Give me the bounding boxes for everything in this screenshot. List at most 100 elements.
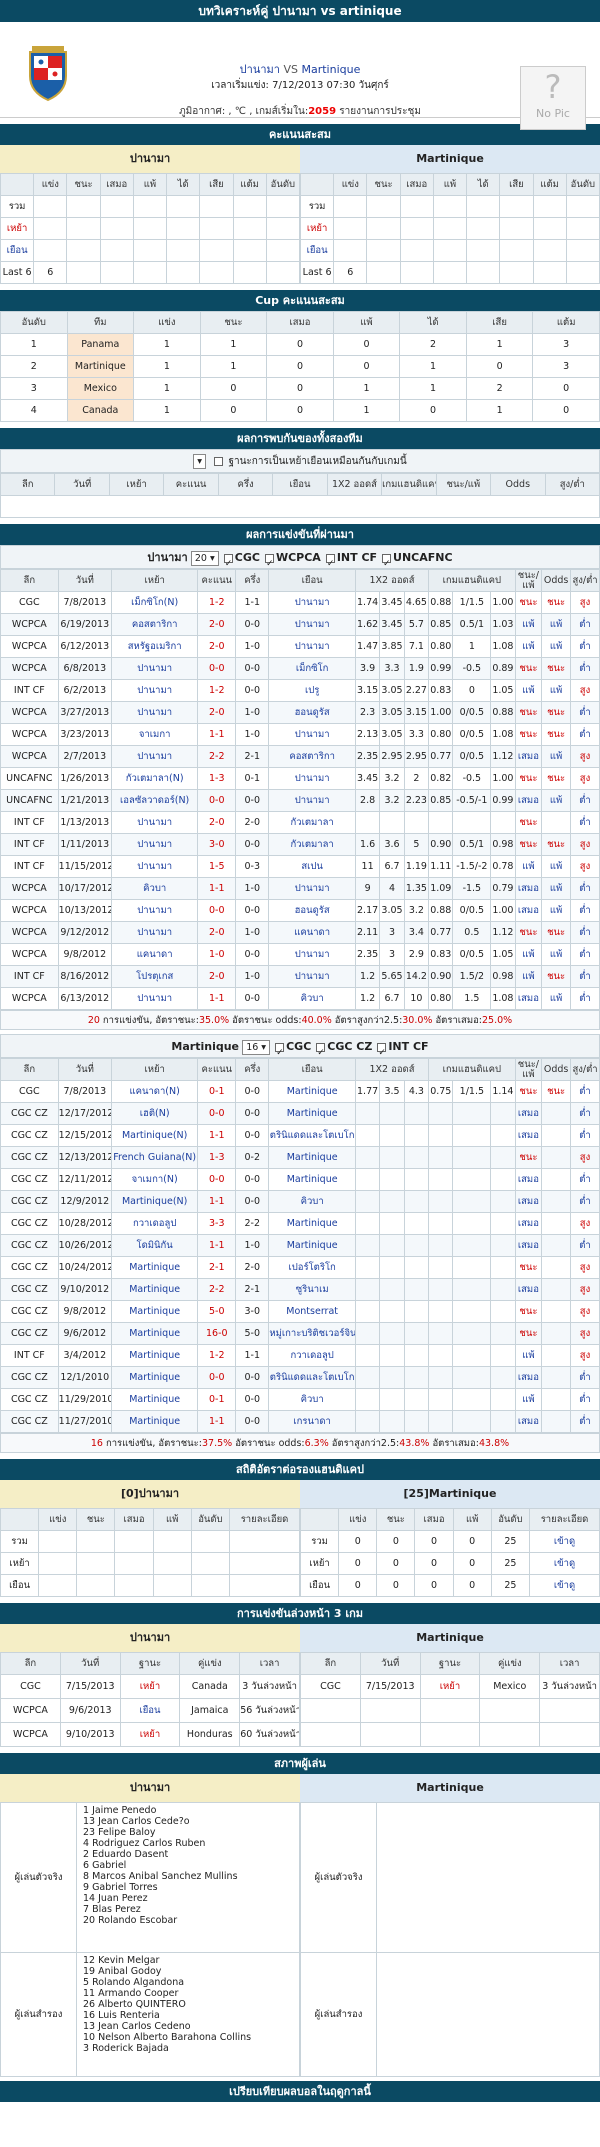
score-link[interactable]: 1-1 [197, 1124, 237, 1147]
team-link[interactable]: ซูรินาเม [268, 1278, 356, 1301]
team-link[interactable]: คิวบา [268, 1190, 356, 1213]
team-link[interactable]: Martinique [268, 1102, 356, 1125]
team-link[interactable]: ปานามา [110, 921, 199, 944]
count-select[interactable]: 20 ▾ [190, 550, 219, 566]
team-link[interactable]: Martinique [268, 1212, 356, 1235]
team-link[interactable]: เปอร์โตริโก [268, 1256, 356, 1279]
team-link[interactable]: Martinique(N) [110, 1190, 199, 1213]
player-name[interactable]: 9 Gabriel Torres [83, 1882, 293, 1893]
player-name[interactable]: 6 Gabriel [83, 1860, 293, 1871]
team-link[interactable]: Martinique(N) [110, 1124, 199, 1147]
score-link[interactable]: 3-3 [197, 1212, 237, 1235]
player-name[interactable]: 20 Rolando Escobar [83, 1915, 293, 1926]
team-link[interactable]: ปานามา [268, 877, 356, 900]
team-link[interactable]: ตรินิแดดและโตเบโก [268, 1366, 356, 1389]
team-link[interactable]: Martinique [110, 1322, 199, 1345]
team-link[interactable]: โปรตุเกส [110, 965, 199, 988]
team-link[interactable]: ปานามา [110, 855, 199, 878]
opponent-link[interactable]: Jamaica [179, 1698, 241, 1723]
score-link[interactable]: 0-0 [197, 789, 237, 812]
team-link[interactable]: กวาเดอลูป [268, 1344, 356, 1367]
player-name[interactable]: 23 Felipe Baloy [83, 1827, 293, 1838]
player-name[interactable]: 1 Jaime Penedo [83, 1805, 293, 1816]
score-link[interactable]: 3-0 [197, 833, 237, 856]
score-link[interactable]: 1-1 [197, 723, 237, 746]
team-link[interactable]: Martinique [268, 1080, 356, 1103]
score-link[interactable]: 2-0 [197, 701, 237, 724]
team-link[interactable]: ฮอนดูรัส [268, 899, 356, 922]
team-link[interactable]: Martinique [110, 1278, 199, 1301]
player-name[interactable]: 16 Luis Renteria [83, 2010, 293, 2021]
filter-checkbox[interactable] [264, 552, 274, 576]
team-link[interactable]: เกรนาดา [268, 1410, 356, 1433]
score-link[interactable]: 0-0 [197, 899, 237, 922]
score-link[interactable]: 1-1 [197, 1410, 237, 1433]
player-name[interactable]: 10 Nelson Alberto Barahona Collins [83, 2032, 293, 2043]
score-link[interactable]: 0-0 [197, 1168, 237, 1191]
score-link[interactable]: 2-0 [197, 921, 237, 944]
player-name[interactable]: 12 Kevin Melgar [83, 1955, 293, 1966]
team-link[interactable]: คอสตาริกา [268, 745, 356, 768]
team-link[interactable]: ปานามา [110, 987, 199, 1010]
team-link[interactable]: ปานามา [268, 965, 356, 988]
team-link[interactable]: สเปน [268, 855, 356, 878]
away-team-link[interactable]: Martinique [301, 63, 360, 76]
player-name[interactable]: 13 Jean Carlos Cedeno [83, 2021, 293, 2032]
player-name[interactable]: 8 Marcos Anibal Sanchez Mullins [83, 1871, 293, 1882]
score-link[interactable]: 2-1 [197, 1256, 237, 1279]
home-team-link[interactable]: ปานามา [240, 63, 280, 76]
score-link[interactable]: 1-0 [197, 943, 237, 966]
opponent-link[interactable]: Mexico [479, 1674, 541, 1699]
team-link[interactable]: ปานามา [110, 899, 199, 922]
team-link[interactable]: จาเมกา(N) [110, 1168, 199, 1191]
team-link[interactable]: กัวเตมาลา [268, 833, 356, 856]
filter-checkbox[interactable] [316, 1041, 326, 1065]
score-link[interactable]: 2-2 [197, 1278, 237, 1301]
opponent-link[interactable] [479, 1698, 541, 1723]
player-name[interactable]: 3 Roderick Bajada [83, 2043, 293, 2054]
score-link[interactable]: 2-2 [197, 745, 237, 768]
score-link[interactable]: 1-3 [197, 1146, 237, 1169]
score-link[interactable]: 0-1 [197, 1388, 237, 1411]
score-link[interactable]: 0-0 [197, 657, 237, 680]
opponent-link[interactable] [479, 1722, 541, 1747]
filter-checkbox[interactable] [382, 552, 392, 576]
team-link[interactable]: Martinique [110, 1300, 199, 1323]
team-link[interactable]: Martinique [110, 1388, 199, 1411]
team-link[interactable]: เอลซัลวาดอร์(N) [110, 789, 199, 812]
team-link[interactable]: ปานามา [268, 789, 356, 812]
team-link[interactable]: ปานามา [268, 767, 356, 790]
team-link[interactable]: คอสตาริกา [110, 613, 199, 636]
score-link[interactable]: 1-1 [197, 877, 237, 900]
team-link[interactable]: กัวเตมาลา [268, 811, 356, 834]
score-link[interactable]: 16-0 [197, 1322, 237, 1345]
team-link[interactable]: Martinique [110, 1344, 199, 1367]
count-select[interactable]: 16 ▾ [242, 1039, 271, 1055]
team-link[interactable]: Martinique [110, 1410, 199, 1433]
team-link[interactable]: ปานามา [110, 745, 199, 768]
team-link[interactable]: เม็กซิโก(N) [110, 591, 199, 614]
team-link[interactable]: ปานามา [268, 635, 356, 658]
team-link[interactable]: ปานามา [110, 811, 199, 834]
team-link[interactable]: คิวบา [268, 987, 356, 1010]
opponent-link[interactable]: Honduras [179, 1722, 241, 1747]
score-link[interactable]: 1-5 [197, 855, 237, 878]
team-link[interactable]: สหรัฐอเมริกา [110, 635, 199, 658]
opponent-link[interactable]: Canada [179, 1674, 241, 1699]
score-link[interactable]: 1-1 [197, 987, 237, 1010]
score-link[interactable]: 1-3 [197, 767, 237, 790]
player-name[interactable]: 7 Blas Perez [83, 1904, 293, 1915]
team-link[interactable]: แคนาดา [268, 921, 356, 944]
score-link[interactable]: 2-0 [197, 613, 237, 636]
player-name[interactable]: 13 Jean Carlos Cede?o [83, 1816, 293, 1827]
player-name[interactable]: 4 Rodriguez Carlos Ruben [83, 1838, 293, 1849]
team-link[interactable]: ตรินิแดดและโตเบโก [268, 1124, 356, 1147]
player-name[interactable]: 11 Armando Cooper [83, 1988, 293, 1999]
team-link[interactable]: Martinique [268, 1146, 356, 1169]
filter-checkbox[interactable] [325, 552, 335, 576]
filter-checkbox[interactable] [275, 1041, 285, 1065]
detail-link[interactable] [229, 1574, 300, 1597]
score-link[interactable]: 1-2 [197, 679, 237, 702]
score-link[interactable]: 5-0 [197, 1300, 237, 1323]
score-link[interactable]: 2-0 [197, 635, 237, 658]
